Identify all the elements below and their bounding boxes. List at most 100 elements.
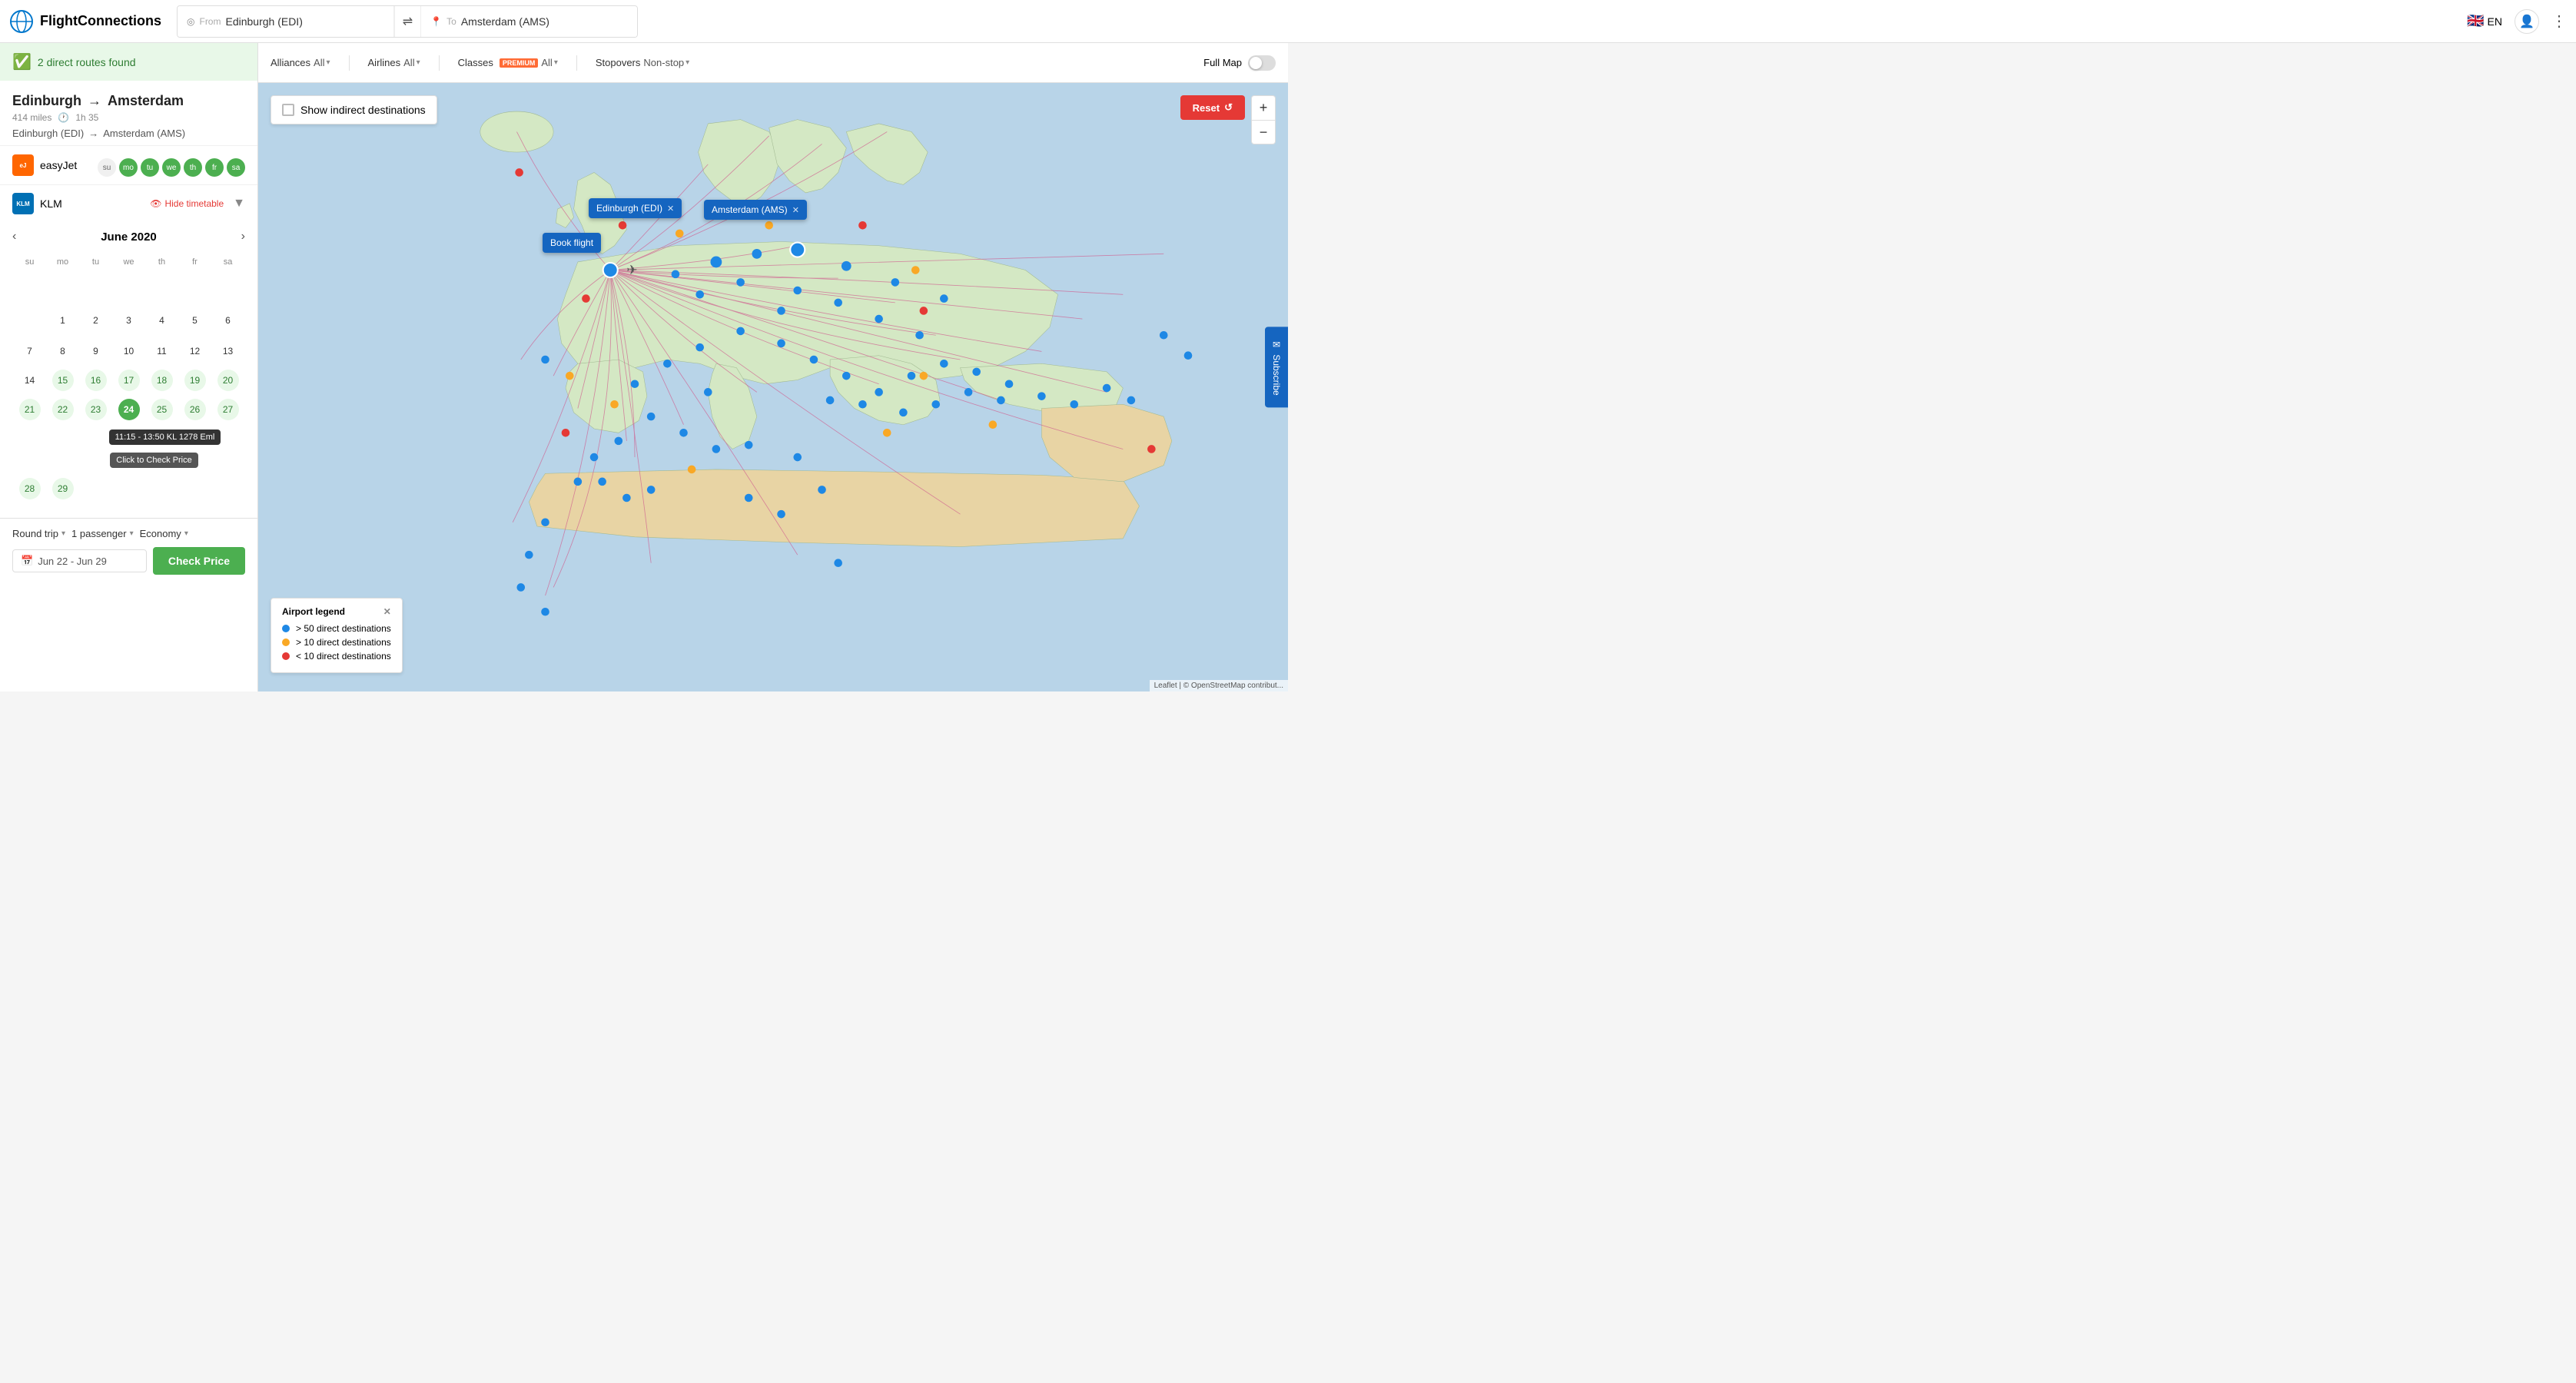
legend-close-button[interactable]: ✕ <box>383 606 391 617</box>
cal-day-16[interactable]: 16 <box>85 370 107 391</box>
indirect-destinations-checkbox[interactable]: Show indirect destinations <box>271 95 437 124</box>
search-from[interactable]: ◎ From Edinburgh (EDI) <box>178 6 394 37</box>
reset-label: Reset <box>1193 102 1220 114</box>
edinburgh-popup-text: Edinburgh (EDI) <box>596 203 662 214</box>
search-bar: ◎ From Edinburgh (EDI) ⇌ 📍 To Amsterdam … <box>177 5 638 38</box>
trip-type-selector[interactable]: Round trip ▾ <box>12 528 65 539</box>
calendar-cell: 24 <box>113 396 144 423</box>
classes-value[interactable]: All ▾ <box>541 57 557 68</box>
from-label: From <box>199 16 221 27</box>
pin-icon: 📍 <box>430 16 442 27</box>
search-to[interactable]: 📍 To Amsterdam (AMS) <box>421 6 637 37</box>
easyjet-days: su mo tu we th fr sa <box>98 158 245 177</box>
cal-day-22[interactable]: 22 <box>52 399 74 420</box>
cal-day-19[interactable]: 19 <box>184 370 206 391</box>
check-price-button[interactable]: Check Price <box>153 547 245 575</box>
cal-day-18[interactable]: 18 <box>151 370 173 391</box>
book-flight-button[interactable]: Book flight <box>543 233 601 253</box>
zoom-in-button[interactable]: + <box>1251 95 1276 120</box>
calendar-cell: 14 <box>14 366 45 394</box>
cal-day-7: 7 <box>19 340 41 362</box>
cal-day-10: 10 <box>118 340 140 362</box>
cal-day-25[interactable]: 25 <box>151 399 173 420</box>
booking-options: Round trip ▾ 1 passenger ▾ Economy ▾ <box>12 528 245 539</box>
calendar-cell: 10 <box>113 337 144 365</box>
check-icon: ✅ <box>12 52 32 71</box>
calendar-next-button[interactable]: › <box>241 230 245 244</box>
cal-day-20[interactable]: 20 <box>217 370 239 391</box>
calendar-week-2: 78910111213 <box>14 337 244 365</box>
calendar-header: ‹ June 2020 › <box>12 230 245 244</box>
cal-day-23[interactable]: 23 <box>85 399 107 420</box>
full-map-switch[interactable] <box>1248 55 1276 71</box>
day-tu[interactable]: tu <box>141 158 159 177</box>
edinburgh-close-button[interactable]: ✕ <box>667 204 674 214</box>
zoom-out-button[interactable]: − <box>1251 120 1276 144</box>
stopovers-value[interactable]: Non-stop ▾ <box>643 57 689 68</box>
calendar-week-1: 123456 <box>14 304 244 336</box>
calendar-cell: 16 <box>80 366 111 394</box>
cabin-selector[interactable]: Economy ▾ <box>140 528 188 539</box>
col-tu: tu <box>80 254 111 270</box>
legend-title: Airport legend ✕ <box>282 606 391 617</box>
cal-day-6: 6 <box>217 310 239 331</box>
language-selector[interactable]: 🇬🇧 EN <box>2467 13 2502 29</box>
legend-dot-yellow <box>282 638 290 646</box>
amsterdam-close-button[interactable]: ✕ <box>792 205 799 215</box>
header: FlightConnections ◎ From Edinburgh (EDI)… <box>0 0 2576 43</box>
alliances-value[interactable]: All ▾ <box>314 57 330 68</box>
calendar-cell: 18 <box>146 366 178 394</box>
expand-chevron-klm[interactable]: ▼ <box>233 197 245 211</box>
cal-day-29[interactable]: 29 <box>52 478 74 499</box>
cal-day-11: 11 <box>151 340 173 362</box>
calendar-cell <box>146 271 178 303</box>
check-price-label: Check Price <box>168 555 230 567</box>
user-icon[interactable]: 👤 <box>2515 9 2539 34</box>
swap-button[interactable]: ⇌ <box>394 6 421 37</box>
header-right: 🇬🇧 EN 👤 ⋮ <box>2467 9 2567 34</box>
cal-day-21[interactable]: 21 <box>19 399 41 420</box>
passengers-selector[interactable]: 1 passenger ▾ <box>71 528 134 539</box>
day-we[interactable]: we <box>162 158 181 177</box>
date-range-input[interactable]: 📅 Jun 22 - Jun 29 <box>12 549 147 572</box>
cal-day-empty <box>151 274 173 296</box>
day-th[interactable]: th <box>184 158 202 177</box>
eye-slash-icon: 👁 <box>150 198 161 209</box>
cal-day-26[interactable]: 26 <box>184 399 206 420</box>
cal-day-17[interactable]: 17 <box>118 370 140 391</box>
day-su[interactable]: su <box>98 158 116 177</box>
airlines-value[interactable]: All ▾ <box>403 57 420 68</box>
day-mo[interactable]: mo <box>119 158 138 177</box>
legend-dot-red <box>282 652 290 660</box>
stopovers-filter[interactable]: Stopovers Non-stop ▾ <box>596 57 689 68</box>
reset-icon: ↺ <box>1224 101 1233 114</box>
calendar-cell <box>212 473 244 504</box>
airlines-filter[interactable]: Airlines All ▾ <box>368 57 420 68</box>
logo[interactable]: FlightConnections <box>9 9 161 34</box>
mail-icon: ✉ <box>1271 339 1282 350</box>
amsterdam-popup-text: Amsterdam (AMS) <box>712 204 788 215</box>
alliances-filter[interactable]: Alliances All ▾ <box>271 57 330 68</box>
classes-filter[interactable]: Classes PREMIUM All ▾ <box>458 57 558 68</box>
subscribe-panel[interactable]: ✉ Subscribe <box>1265 327 1288 407</box>
route-title: Edinburgh → Amsterdam <box>12 93 245 109</box>
map-area: Alliances All ▾ Airlines All ▾ Classes P… <box>258 43 1288 692</box>
cal-day-15[interactable]: 15 <box>52 370 74 391</box>
cal-day-2: 2 <box>85 310 107 331</box>
menu-button[interactable]: ⋮ <box>2551 12 2567 31</box>
hide-timetable-button[interactable]: 👁 Hide timetable <box>150 198 224 209</box>
booking-bar: Round trip ▾ 1 passenger ▾ Economy ▾ 📅 J… <box>0 518 257 584</box>
reset-button[interactable]: Reset ↺ <box>1180 95 1245 120</box>
calendar-prev-button[interactable]: ‹ <box>12 230 16 244</box>
day-sa[interactable]: sa <box>227 158 245 177</box>
subscribe-label: Subscribe <box>1271 354 1282 395</box>
cal-day-24[interactable]: 24 <box>118 399 140 420</box>
calendar-cell: 8 <box>47 337 78 365</box>
day-fr[interactable]: fr <box>205 158 224 177</box>
cal-day-27[interactable]: 27 <box>217 399 239 420</box>
legend-item-red: < 10 direct destinations <box>282 651 391 662</box>
cal-day-empty <box>118 274 140 296</box>
sep2 <box>439 55 440 71</box>
clock-icon: 🕐 <box>58 112 69 123</box>
cal-day-28[interactable]: 28 <box>19 478 41 499</box>
